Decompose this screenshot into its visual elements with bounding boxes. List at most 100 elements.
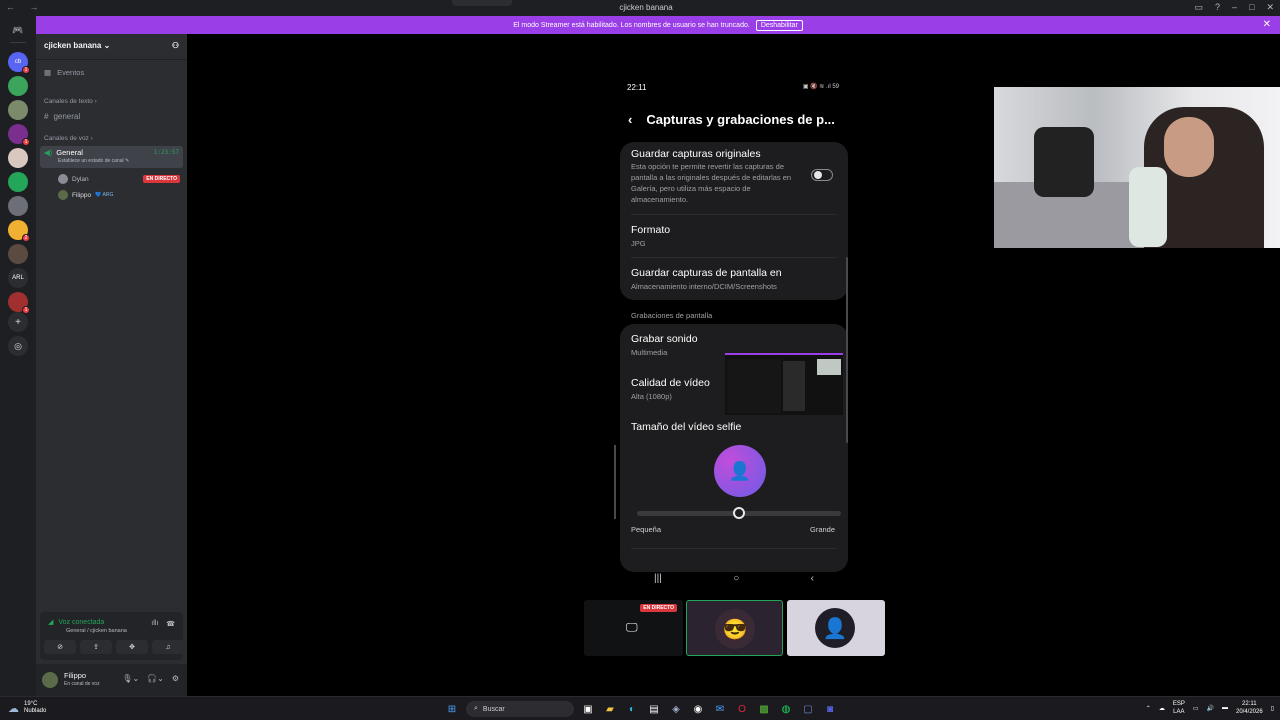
tile-participant[interactable]: 😎 [686,600,783,656]
phone-status-bar: 22:11 ▣ 🔇 ≋ .ıl 59 [627,83,839,92]
server-header[interactable]: cjicken banana ⌄ ⚇ [36,34,187,60]
edge-icon[interactable]: ◐ [624,701,640,717]
store-icon[interactable]: ▤ [646,701,662,717]
save-originals-toggle[interactable] [811,169,833,181]
screenshots-card: Guardar capturas originales Esta opción … [620,142,848,300]
live-badge: EN DIRECTO [143,175,180,183]
discord-taskbar-icon[interactable]: ◙ [822,701,838,717]
tile-screen-share[interactable]: EN DIRECTO 🖵 [584,600,683,656]
calendar-icon: ▦ [44,68,52,77]
server-icon[interactable]: 1 [8,124,30,146]
window-controls: ▭ ? – □ ✕ [1194,2,1274,13]
file-explorer-icon[interactable]: ▰ [602,701,618,717]
maximize-button[interactable]: □ [1249,2,1254,13]
settings-gear-icon[interactable]: ⚙ [172,674,179,683]
channel-sidebar: cjicken banana ⌄ ⚇ ▦ Eventos Canales de … [36,34,187,696]
events-item[interactable]: ▦ Eventos [44,68,84,77]
minimize-button[interactable]: – [1232,2,1237,13]
network-icon[interactable]: ▭ [1193,705,1199,712]
inbox-icon[interactable]: ▭ [1194,2,1203,13]
voice-user-dylan[interactable]: Dylan EN DIRECTO [58,174,180,184]
home-icon[interactable]: ○ [733,573,739,584]
back-icon[interactable]: ‹ [811,573,814,584]
rail-divider [10,42,26,43]
notifications-icon[interactable]: ▯ [1271,705,1274,712]
window-title: cjicken banana [619,3,673,12]
shared-phone-screen[interactable]: 22:11 ▣ 🔇 ≋ .ıl 59 ‹ Capturas y grabacio… [614,77,855,584]
speaker-icon: ◀) [44,148,53,157]
add-member-icon[interactable]: ⚇ [172,41,179,52]
avatar[interactable] [42,672,58,688]
minecraft-icon[interactable]: ▩ [756,701,772,717]
recent-apps-icon[interactable]: ||| [654,573,662,584]
spotify-icon[interactable]: ◍ [778,701,794,717]
server-icon[interactable]: cb 1 [8,52,30,74]
search-input[interactable]: ⌕ Buscar [466,701,574,717]
voice-location[interactable]: General / cjicken banana [66,628,127,634]
disable-streamer-button[interactable]: Deshabilitar [755,19,803,31]
server-icon[interactable] [8,148,28,168]
webcam-feed[interactable] [994,87,1280,248]
save-location-value: Almacenamiento interno/DCIM/Screenshots [631,282,777,291]
chevron-up-icon[interactable]: ⌃ [1146,705,1151,712]
clock[interactable]: 22:11 20/4/2026 [1236,700,1263,716]
pip-pane [727,359,781,413]
record-sound-value: Multimedia [631,348,668,357]
video-quality-title[interactable]: Calidad de vídeo [631,377,710,389]
close-icon[interactable]: ✕ [1263,19,1271,30]
language-indicator[interactable]: ESP LAA [1173,700,1185,716]
server-icon[interactable] [8,244,28,264]
voice-category[interactable]: Canales de voz › [44,135,93,142]
camera-off-button[interactable]: ⊘ [44,640,76,654]
back-arrow-icon[interactable]: ‹ [628,112,632,127]
selfie-size-title[interactable]: Tamaño del vídeo selfie [631,421,741,433]
onedrive-icon[interactable]: ☁ [1159,705,1165,712]
server-icon[interactable] [8,76,28,96]
discover-icon[interactable]: ◎ [8,336,28,356]
volume-icon[interactable]: 🔊 [1207,705,1214,712]
format-title[interactable]: Formato [631,224,670,236]
microphone-icon[interactable]: 🎙⌄ [122,674,139,683]
task-view-icon[interactable]: ▣ [580,701,596,717]
user-tag: 💙 ARG [95,192,114,198]
slider-knob[interactable] [733,507,745,519]
server-icon[interactable] [8,172,28,192]
voice-channel-general[interactable]: ◀) General Establece un estado de canal ✎… [40,146,183,168]
phone-header: ‹ Capturas y grabaciones de p... [628,112,835,127]
voice-user-filippo[interactable]: Filippo 💙 ARG [58,190,180,200]
server-icon[interactable]: ARL [8,268,28,288]
start-icon[interactable]: ⊞ [444,701,460,717]
mail-icon[interactable]: ✉ [712,701,728,717]
screen-share-pip-preview[interactable] [725,353,843,415]
chrome-icon[interactable]: ◉ [690,701,706,717]
discord-home-icon[interactable]: 🎮 [8,20,28,40]
server-icon[interactable]: 2 [8,220,30,242]
voice-channel-status[interactable]: Establece un estado de canal ✎ [58,158,179,164]
save-originals-title[interactable]: Guardar capturas originales [631,148,761,160]
disconnect-icon[interactable]: ☎ [166,620,175,628]
channel-general-text[interactable]: # general [44,112,80,121]
text-category[interactable]: Canales de texto › [44,98,97,105]
soundboard-button[interactable]: ♫ [152,640,184,654]
headphones-icon[interactable]: 🎧⌄ [147,674,164,683]
server-icon[interactable]: 1 [8,292,30,314]
steam-icon[interactable]: ◈ [668,701,684,717]
help-icon[interactable]: ? [1215,2,1220,13]
opera-icon[interactable]: O [734,701,750,717]
weather-widget[interactable]: ☁ 19°C Nublado [8,701,46,715]
record-sound-title[interactable]: Grabar sonido [631,333,698,345]
server-icon[interactable] [8,100,28,120]
avatar: 👤 [815,608,855,648]
tile-participant[interactable]: 👤 [787,600,885,656]
activities-button[interactable]: ✥ [116,640,148,654]
server-icon[interactable] [8,196,28,216]
noise-suppression-icon[interactable]: ıllı [151,620,158,628]
battery-icon[interactable]: ▬ [1222,705,1228,711]
share-screen-button[interactable]: ⇪ [80,640,112,654]
add-server-icon[interactable]: + [8,312,28,332]
webcam-bottle [1129,167,1167,247]
voice-connected-status[interactable]: ◢ Voz conectada [48,618,104,627]
save-location-title[interactable]: Guardar capturas de pantalla en [631,267,782,279]
close-button[interactable]: ✕ [1266,2,1274,13]
app-icon[interactable]: ▢ [800,701,816,717]
